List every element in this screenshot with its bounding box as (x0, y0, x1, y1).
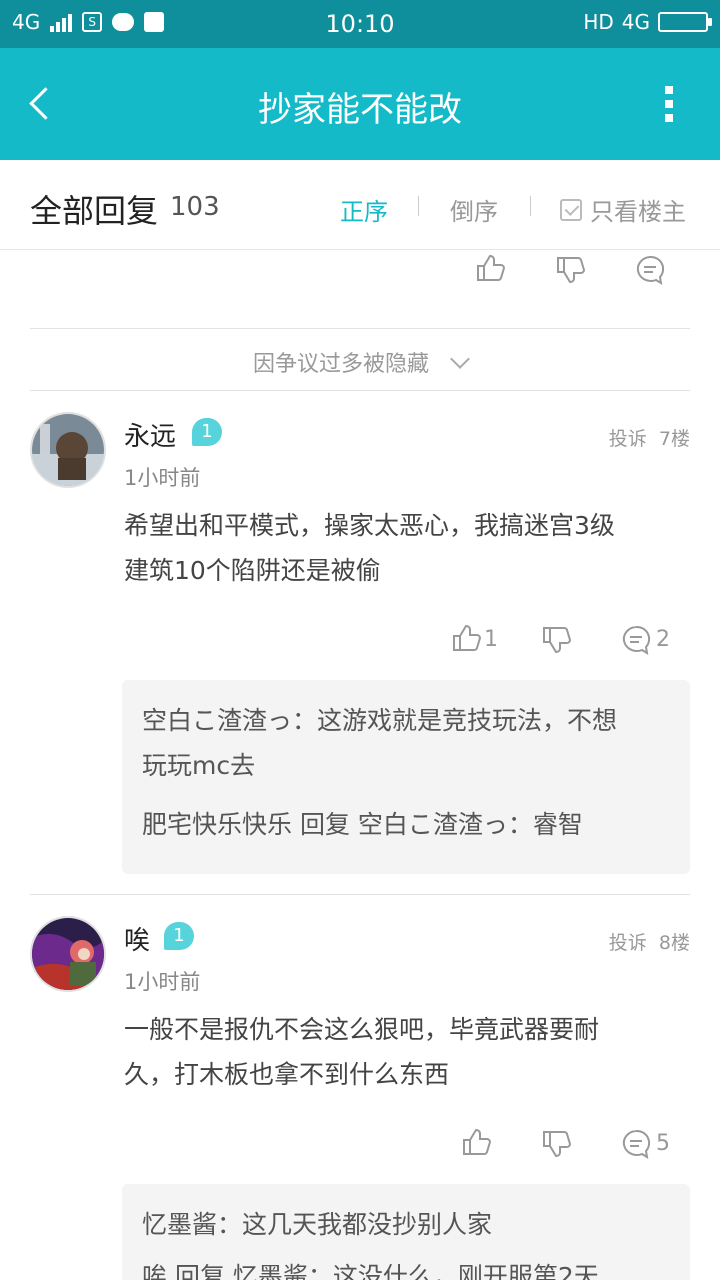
post-content-line: 建筑10个陷阱还是被偷 (124, 556, 381, 585)
comment-icon[interactable] (634, 254, 666, 286)
sort-descending-tab[interactable]: 倒序 (450, 192, 498, 227)
floor-number: 7楼 (658, 428, 690, 450)
reply-text-line: 玩玩mc去 (142, 751, 256, 780)
post-meta: 投诉 8楼 (609, 928, 690, 955)
level-badge: 1 (192, 418, 222, 446)
username[interactable]: 唉 (124, 920, 150, 957)
only-owner-label: 只看楼主 (590, 198, 686, 226)
post-content-line: 一般不是报仇不会这么狠吧，毕竟武器要耐 (124, 1015, 600, 1044)
reply-text-line: 肥宅快乐快乐 回复 空白こ渣渣っ：睿智 (142, 810, 583, 839)
comment-count: 5 (656, 1131, 670, 1156)
like-icon[interactable] (460, 1126, 492, 1158)
chevron-down-icon (450, 349, 470, 369)
more-menu-button[interactable] (664, 86, 674, 122)
like-icon[interactable] (450, 622, 482, 654)
reply-item[interactable]: 空白こ渣渣っ：这游戏就是竞技玩法，不想 玩玩mc去 (142, 698, 672, 788)
page-title: 抄家能不能改 (258, 90, 462, 130)
post-content-line: 希望出和平模式，操家太恶心，我搞迷宫3级 (124, 511, 615, 540)
reply-preview-box[interactable]: 空白こ渣渣っ：这游戏就是竞技玩法，不想 玩玩mc去 肥宅快乐快乐 回复 空白こ渣… (122, 680, 690, 874)
avatar[interactable] (30, 916, 106, 992)
report-link[interactable]: 投诉 (609, 428, 647, 450)
dislike-icon[interactable] (540, 624, 572, 656)
post-content-line: 久，打木板也拿不到什么东西 (124, 1060, 450, 1089)
reply-item[interactable]: 忆墨酱：这几天我都没抄别人家 (142, 1202, 672, 1247)
reply-text-line: 唉 回复 忆墨酱：这没什么，刚开服第2天 (142, 1262, 599, 1280)
reply-item[interactable]: 唉 回复 忆墨酱：这没什么，刚开服第2天 (142, 1254, 672, 1280)
battery-icon (658, 12, 712, 32)
like-icon[interactable] (474, 252, 506, 284)
post-meta: 投诉 7楼 (609, 424, 690, 451)
post-content: 希望出和平模式，操家太恶心，我搞迷宫3级 建筑10个陷阱还是被偷 (124, 503, 684, 593)
app-bar: 抄家能不能改 (0, 48, 720, 160)
divider (30, 390, 690, 391)
post-time: 1小时前 (124, 970, 201, 994)
comment-icon[interactable] (620, 1128, 652, 1160)
reply-text-line: 忆墨酱：这几天我都没抄别人家 (142, 1210, 493, 1239)
like-count: 1 (484, 627, 498, 652)
hidden-replies-toggle[interactable]: 因争议过多被隐藏 (0, 346, 720, 378)
divider (30, 328, 690, 329)
network-type-right: 4G (621, 10, 650, 34)
post-time: 1小时前 (124, 466, 201, 490)
divider (530, 196, 531, 216)
reply-text-line: 空白こ渣渣っ：这游戏就是竞技玩法，不想 (142, 706, 618, 735)
reply-preview-box[interactable]: 忆墨酱：这几天我都没抄别人家 唉 回复 忆墨酱：这没什么，刚开服第2天 (122, 1184, 690, 1280)
status-bar: 4G S 10:10 HD 4G (0, 0, 720, 48)
checkbox-icon[interactable] (560, 198, 582, 221)
status-right: HD 4G (583, 10, 712, 34)
only-owner-toggle[interactable]: 只看楼主 (560, 192, 686, 227)
divider (418, 196, 419, 216)
dislike-icon[interactable] (554, 254, 586, 286)
dislike-icon[interactable] (540, 1128, 572, 1160)
avatar[interactable] (30, 412, 106, 488)
reply-item[interactable]: 肥宅快乐快乐 回复 空白こ渣渣っ：睿智 (142, 802, 672, 847)
comment-icon[interactable] (620, 624, 652, 656)
hidden-replies-label: 因争议过多被隐藏 (252, 352, 429, 377)
post-content: 一般不是报仇不会这么狠吧，毕竟武器要耐 久，打木板也拿不到什么东西 (124, 1007, 684, 1097)
comment-count: 2 (656, 627, 670, 652)
reply-count: 103 (170, 192, 220, 222)
report-link[interactable]: 投诉 (609, 932, 647, 954)
sort-ascending-tab[interactable]: 正序 (340, 192, 388, 227)
filter-bar: 全部回复 103 正序 倒序 只看楼主 (0, 160, 720, 250)
floor-number: 8楼 (658, 932, 690, 954)
hd-indicator: HD (583, 10, 614, 34)
divider (30, 894, 690, 895)
level-badge: 1 (164, 922, 194, 950)
all-replies-label: 全部回复 (30, 192, 159, 230)
username[interactable]: 永远 (124, 416, 176, 453)
